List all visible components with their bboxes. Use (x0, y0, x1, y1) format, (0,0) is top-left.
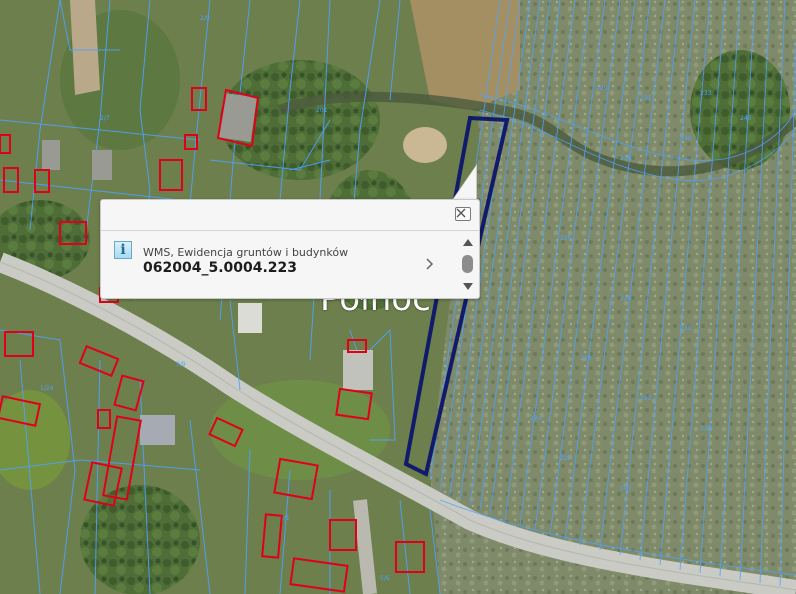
svg-text:235: 235 (680, 325, 692, 332)
side-road (353, 499, 377, 594)
popup-result-list: i WMS, Ewidencja gruntów i budynków 0620… (101, 231, 479, 297)
svg-text:225: 225 (560, 455, 572, 462)
svg-text:224: 224 (530, 415, 542, 422)
bare-ground (403, 127, 447, 163)
svg-text:240: 240 (680, 135, 692, 142)
svg-text:231: 231 (640, 95, 652, 102)
close-icon[interactable] (455, 207, 471, 221)
svg-text:2/9: 2/9 (200, 15, 210, 22)
popup-pointer (453, 166, 476, 200)
scroll-down-arrow-icon[interactable] (463, 283, 473, 290)
svg-text:233: 233 (700, 90, 712, 97)
svg-text:245: 245 (740, 115, 752, 122)
svg-text:227: 227 (620, 485, 632, 492)
scrollbar-thumb[interactable] (462, 255, 473, 273)
svg-text:2/7: 2/7 (100, 115, 110, 122)
svg-text:232: 232 (640, 395, 652, 402)
svg-text:229: 229 (596, 85, 608, 92)
svg-text:236: 236 (620, 155, 632, 162)
svg-text:228: 228 (580, 355, 592, 362)
feature-info-popup: i WMS, Ewidencja gruntów i budynków 0620… (100, 199, 480, 299)
svg-text:230: 230 (620, 295, 632, 302)
svg-text:238: 238 (700, 425, 712, 432)
info-icon: i (114, 241, 132, 259)
result-layer-name: WMS, Ewidencja gruntów i budynków (143, 246, 349, 259)
popup-header (101, 200, 479, 231)
scroll-up-arrow-icon[interactable] (463, 239, 473, 246)
svg-text:226: 226 (560, 235, 572, 242)
chevron-right-icon[interactable] (423, 255, 437, 273)
svg-text:1/24: 1/24 (40, 385, 54, 392)
svg-text:3/9: 3/9 (176, 361, 186, 368)
popup-scrollbar[interactable] (461, 235, 475, 293)
result-feature-id[interactable]: 062004_5.0004.223 (143, 260, 297, 276)
svg-text:5/6: 5/6 (380, 575, 390, 582)
svg-text:201: 201 (316, 107, 328, 114)
driveway (70, 0, 100, 95)
map-view[interactable]: 229 231 233 236 240 245 226 230 235 228 232 238 … (0, 0, 796, 594)
